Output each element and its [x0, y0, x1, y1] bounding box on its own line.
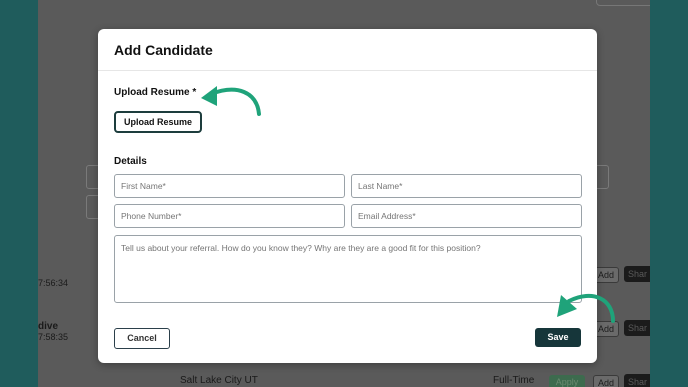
background-share-button: Shar — [624, 374, 650, 387]
modal-divider — [98, 70, 597, 71]
background-apply-button: Apply — [549, 375, 585, 387]
email-address-field[interactable] — [351, 204, 582, 228]
curved-arrow-icon — [201, 86, 261, 116]
modal-title: Add Candidate — [114, 42, 213, 58]
first-name-field[interactable] — [114, 174, 345, 198]
background-timestamp: 7:58:35 — [38, 332, 69, 342]
save-button[interactable]: Save — [535, 328, 581, 347]
right-side-band — [650, 0, 688, 387]
background-share-button: Shar — [624, 320, 650, 336]
upload-resume-label: Upload Resume * — [114, 87, 197, 98]
cancel-button[interactable]: Cancel — [114, 328, 170, 349]
referral-textarea[interactable] — [114, 235, 582, 303]
phone-number-field[interactable] — [114, 204, 345, 228]
curved-arrow-icon — [557, 293, 615, 323]
background-share-button: Shar — [624, 266, 650, 282]
upload-resume-button[interactable]: Upload Resume — [114, 111, 202, 133]
add-candidate-modal: Add Candidate Upload Resume * Upload Res… — [98, 29, 597, 363]
details-label: Details — [114, 156, 147, 167]
background-job-type: Full-Time — [493, 375, 535, 386]
background-top-button — [596, 0, 650, 6]
left-side-band — [0, 0, 38, 387]
background-timestamp: 7:56:34 — [38, 278, 69, 288]
background-add-button: Add — [593, 375, 619, 387]
last-name-field[interactable] — [351, 174, 582, 198]
background-location: Salt Lake City UT — [180, 375, 258, 386]
background-status: dive — [38, 321, 59, 332]
